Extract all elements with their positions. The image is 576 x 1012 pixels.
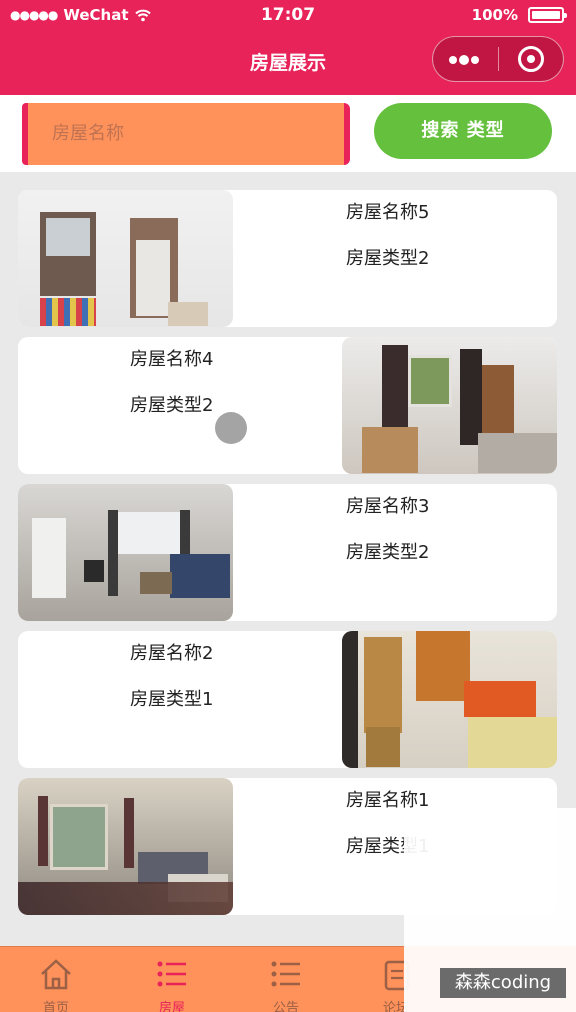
house-type: 房屋类型2 [346, 542, 430, 563]
list-icon [271, 961, 300, 987]
house-card[interactable]: 房屋名称4 房屋类型2 [18, 337, 557, 474]
house-photo [18, 778, 233, 915]
house-name: 房屋名称4 [130, 349, 214, 370]
house-type: 房屋类型1 [130, 689, 214, 710]
house-photo [342, 631, 557, 768]
watermark-label: 森森coding [440, 968, 566, 998]
house-info: 房屋名称3 房屋类型2 [346, 494, 429, 586]
house-card[interactable]: 房屋名称3 房屋类型2 [18, 484, 557, 621]
house-name: 房屋名称5 [346, 202, 430, 223]
status-bar: ●●●●● WeChat 17:07 100% [0, 0, 576, 30]
tab-label: 首页 [42, 1001, 69, 1012]
list-icon [157, 961, 186, 987]
tab-label: 房屋 [158, 1001, 185, 1012]
miniprogram-capsule [432, 36, 564, 82]
tab-label: 公告 [272, 1001, 299, 1012]
tab-notice[interactable]: 公告 [246, 957, 326, 1012]
house-type: 房屋类型2 [130, 395, 214, 416]
house-info: 房屋名称5 房屋类型2 [346, 200, 429, 292]
tab-home[interactable]: 首页 [16, 957, 96, 1012]
more-icon[interactable] [433, 49, 498, 69]
house-photo [18, 190, 233, 327]
house-name: 房屋名称3 [346, 496, 430, 517]
target-icon [517, 46, 544, 72]
house-info: 房屋名称4 房屋类型2 [130, 347, 213, 439]
battery-label: 100% [471, 6, 518, 24]
home-icon [41, 959, 71, 990]
status-battery: 100% [471, 6, 567, 24]
tab-house[interactable]: 房屋 [132, 957, 212, 1012]
battery-icon [528, 7, 567, 23]
house-type: 房屋类型2 [346, 248, 430, 269]
house-card[interactable]: 房屋名称5 房屋类型2 [18, 190, 557, 327]
search-type-button[interactable]: 搜索 类型 [374, 103, 552, 159]
house-name: 房屋名称2 [130, 643, 214, 664]
navigation-bar: ●●●●● WeChat 17:07 100% 房屋展示 [0, 0, 576, 95]
house-photo [342, 337, 557, 474]
house-photo [18, 484, 233, 621]
search-area: 房屋名称 搜索 类型 [0, 95, 576, 172]
search-input[interactable]: 房屋名称 [22, 103, 350, 165]
close-miniprogram-button[interactable] [499, 46, 564, 72]
house-info: 房屋名称2 房屋类型1 [130, 641, 213, 733]
house-card[interactable]: 房屋名称2 房屋类型1 [18, 631, 557, 768]
touch-cursor [215, 412, 247, 444]
